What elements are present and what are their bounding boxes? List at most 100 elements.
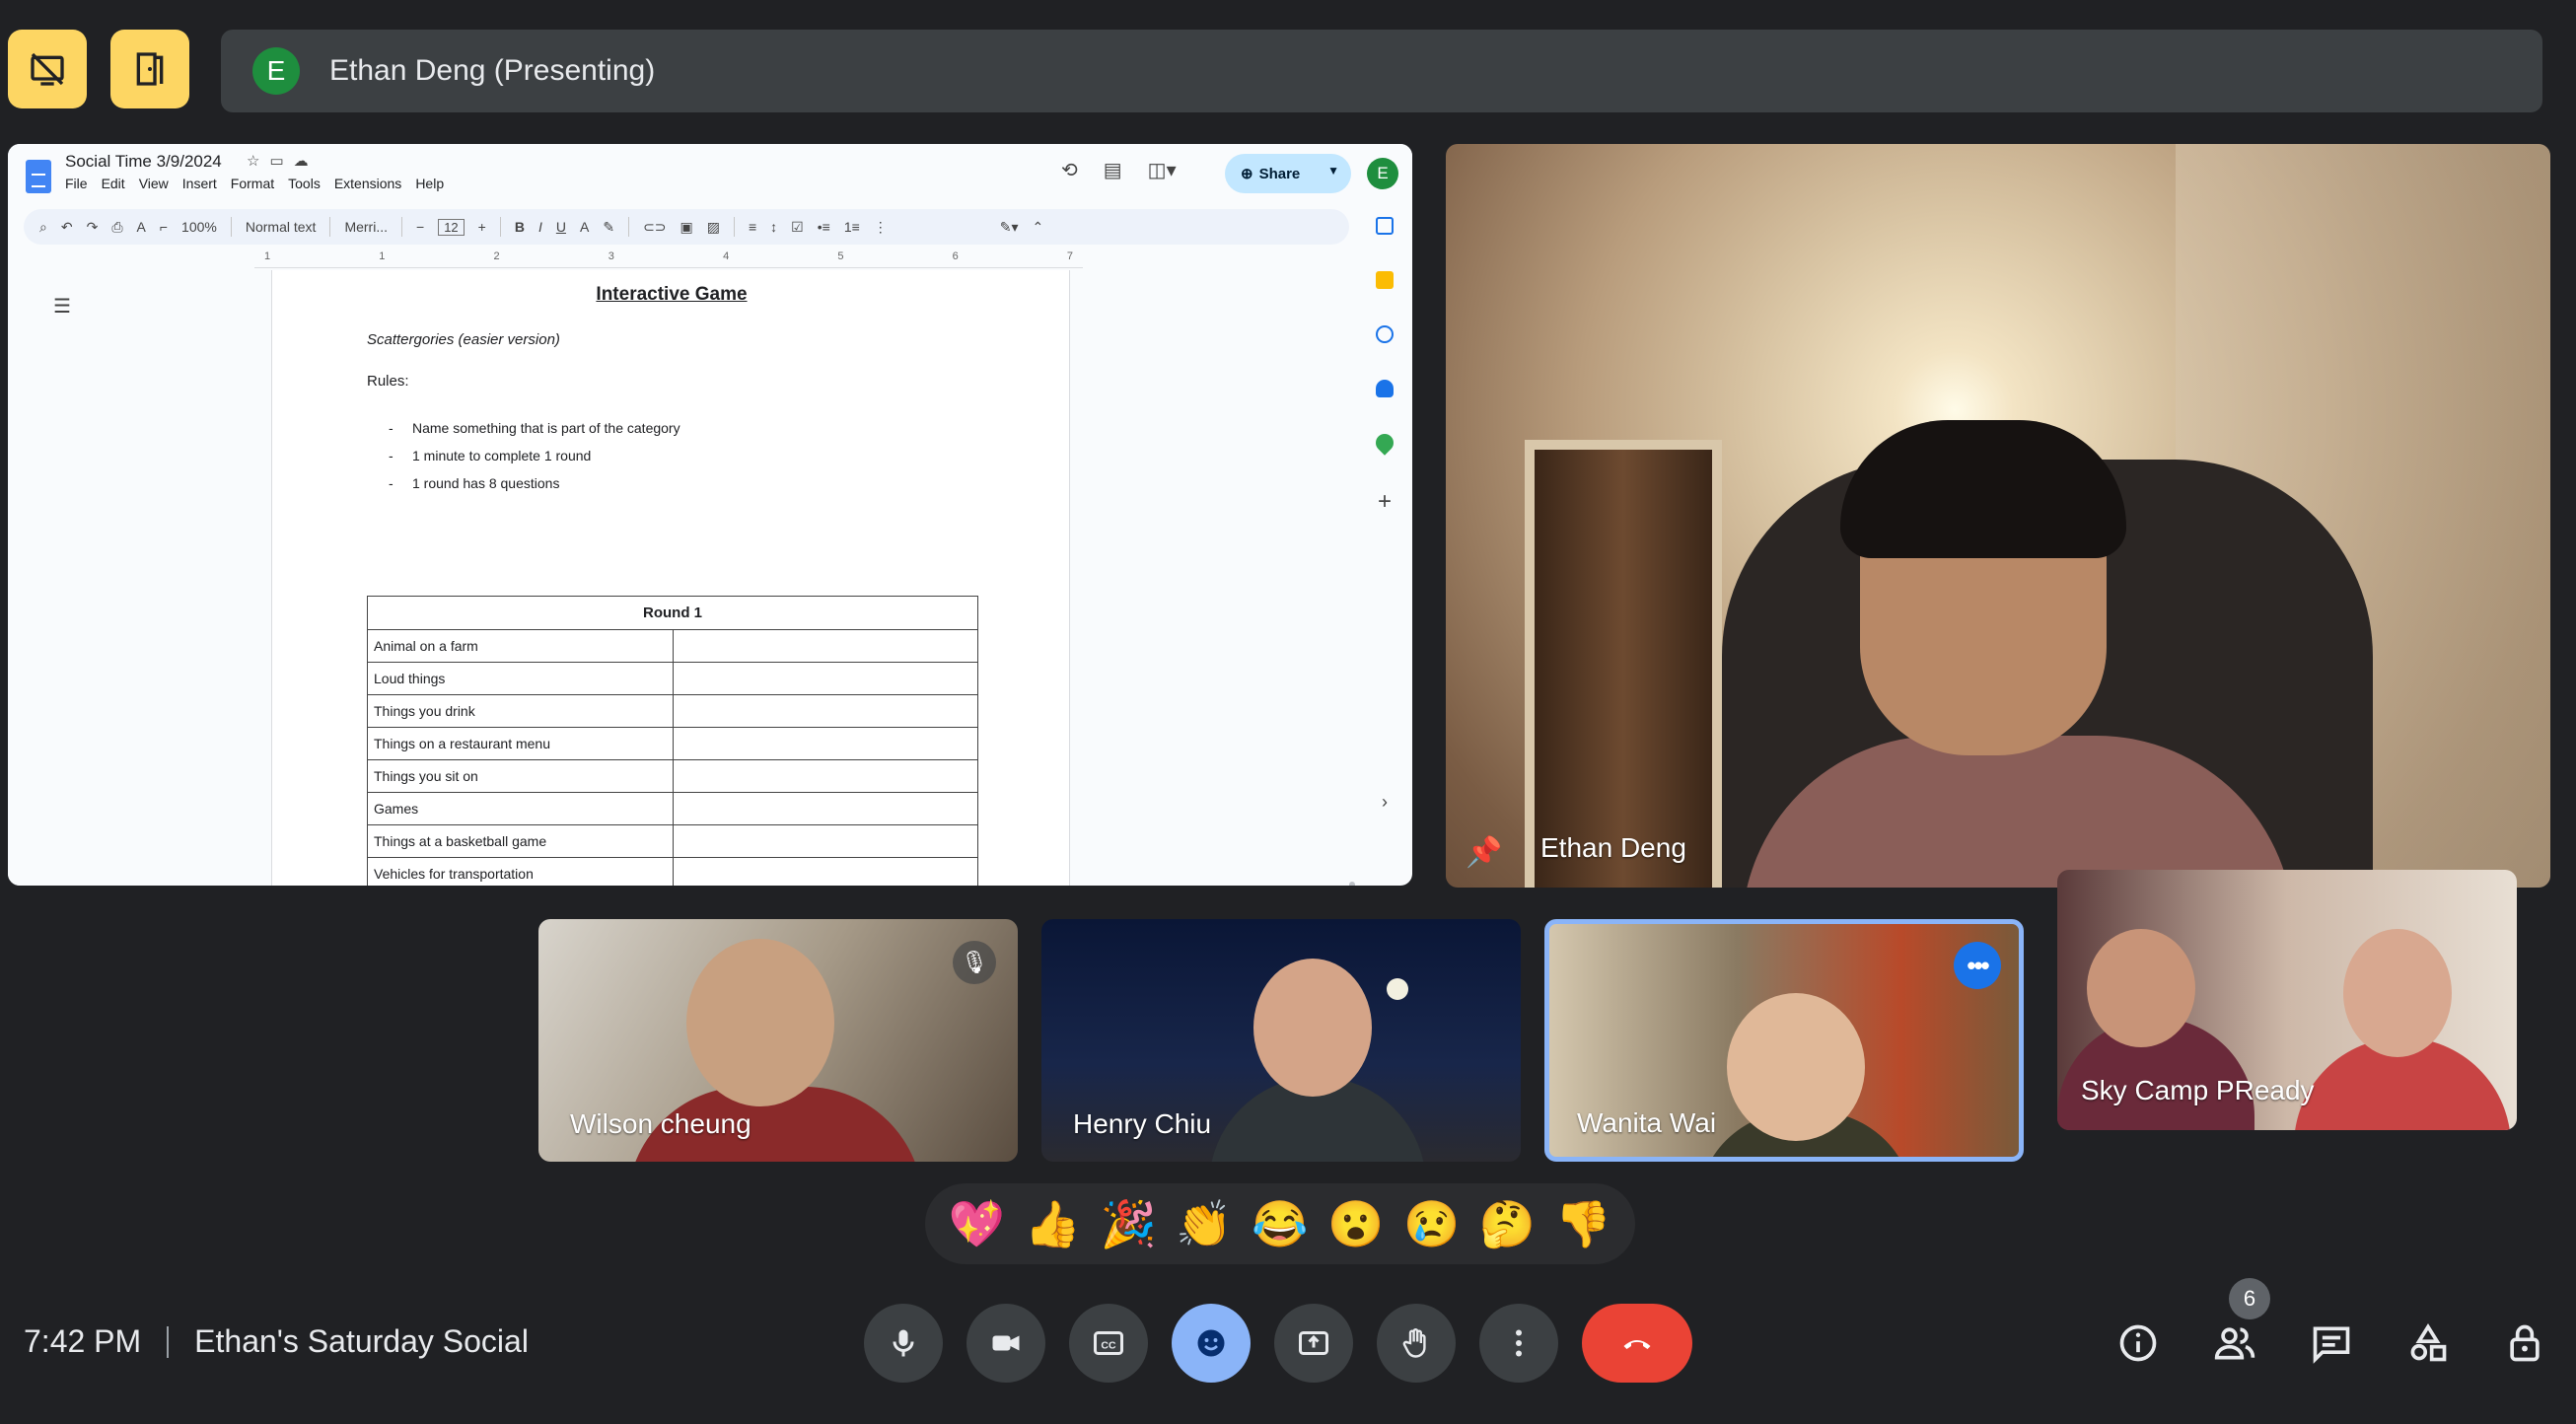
spellcheck-icon[interactable]: A: [137, 219, 146, 235]
docs-logo-icon[interactable]: [26, 160, 51, 193]
pin-icon[interactable]: 📌: [1466, 835, 1502, 870]
link-icon[interactable]: ⊂⊃: [643, 219, 666, 236]
comments-icon[interactable]: ▤: [1104, 158, 1122, 182]
folder-icon[interactable]: ▭: [269, 153, 293, 170]
doc-title[interactable]: Social Time 3/9/2024: [65, 152, 222, 172]
table-cell-empty[interactable]: [672, 792, 978, 825]
star-icon[interactable]: ☆: [247, 153, 269, 170]
table-cell-empty[interactable]: [672, 824, 978, 858]
table-cell-empty[interactable]: [672, 694, 978, 728]
table-cell-empty[interactable]: [672, 629, 978, 663]
doc-page[interactable]: Interactive Game Scattergories (easier v…: [271, 270, 1070, 886]
bold-icon[interactable]: B: [515, 219, 525, 235]
italic-icon[interactable]: I: [538, 219, 542, 235]
zoom-select[interactable]: 100%: [181, 219, 217, 235]
captions-button[interactable]: CC: [1069, 1304, 1148, 1383]
raise-hand-button[interactable]: [1377, 1304, 1456, 1383]
leave-call-button[interactable]: [1582, 1304, 1692, 1383]
reaction-thumbs-up[interactable]: 👍: [1018, 1189, 1087, 1258]
doc-user-avatar[interactable]: E: [1367, 158, 1398, 189]
cloud-icon[interactable]: ☁: [294, 153, 319, 170]
ruler-marks: 1 1 2 3 4 5 6 7: [254, 250, 1083, 262]
activities-button[interactable]: [2391, 1304, 2466, 1383]
search-icon[interactable]: ⌕: [39, 219, 47, 236]
underline-icon[interactable]: U: [556, 219, 566, 235]
table-cell-empty[interactable]: [672, 727, 978, 760]
reaction-thinking[interactable]: 🤔: [1473, 1189, 1542, 1258]
microphone-button[interactable]: [864, 1304, 943, 1383]
style-select[interactable]: Normal text: [246, 219, 317, 235]
reactions-button[interactable]: [1172, 1304, 1251, 1383]
bulleted-list-icon[interactable]: •≡: [818, 219, 830, 235]
outline-icon[interactable]: ☰: [53, 294, 71, 319]
reaction-party[interactable]: 🎉: [1094, 1189, 1163, 1258]
font-select[interactable]: Merri...: [344, 219, 388, 235]
chevron-down-icon[interactable]: ▼: [1327, 164, 1339, 178]
add-comment-icon[interactable]: ▣: [680, 219, 693, 236]
table-cell-empty[interactable]: [672, 759, 978, 793]
tasks-icon[interactable]: [1376, 325, 1394, 343]
calendar-icon[interactable]: [1376, 217, 1394, 235]
undo-icon[interactable]: ↶: [61, 219, 73, 236]
keep-icon[interactable]: [1376, 271, 1394, 289]
leave-presentation-button[interactable]: [110, 30, 189, 108]
menu-file[interactable]: File: [65, 176, 88, 191]
menu-insert[interactable]: Insert: [182, 176, 217, 191]
print-icon[interactable]: ⎙: [111, 219, 122, 236]
line-spacing-icon[interactable]: ↕: [770, 219, 777, 235]
more-options-button[interactable]: [1479, 1304, 1558, 1383]
stop-presenting-button[interactable]: [8, 30, 87, 108]
text-color-icon[interactable]: A: [580, 219, 589, 235]
participant-tile-sky[interactable]: Sky Camp PReady: [2057, 870, 2517, 1130]
host-controls-button[interactable]: [2487, 1304, 2562, 1383]
chat-button[interactable]: [2294, 1304, 2369, 1383]
participant-tile-wanita[interactable]: ••• Wanita Wai: [1544, 919, 2024, 1162]
checklist-icon[interactable]: ☑: [791, 219, 804, 236]
decrease-font-icon[interactable]: −: [416, 219, 424, 235]
doc-scrollbar[interactable]: [1349, 882, 1355, 886]
menu-extensions[interactable]: Extensions: [334, 176, 401, 191]
doc-title-actions[interactable]: ☆▭☁: [247, 152, 319, 170]
paint-format-icon[interactable]: ⌐: [160, 219, 168, 235]
contacts-icon[interactable]: [1376, 380, 1394, 397]
increase-font-icon[interactable]: +: [478, 219, 486, 235]
reaction-laugh[interactable]: 😂: [1246, 1189, 1315, 1258]
align-icon[interactable]: ≡: [749, 219, 756, 235]
reaction-sparkling-heart[interactable]: 💖: [942, 1189, 1011, 1258]
participant-tile-henry[interactable]: Henry Chiu: [1041, 919, 1521, 1162]
insert-image-icon[interactable]: ▨: [707, 219, 720, 236]
table-cell-empty[interactable]: [672, 662, 978, 695]
add-addon-icon[interactable]: +: [1357, 488, 1412, 516]
shared-document-window[interactable]: Social Time 3/9/2024 ☆▭☁ File Edit View …: [8, 144, 1412, 886]
more-options-icon[interactable]: •••: [1954, 942, 2001, 989]
menu-format[interactable]: Format: [231, 176, 274, 191]
meeting-details-button[interactable]: [2101, 1304, 2176, 1383]
numbered-list-icon[interactable]: 1≡: [844, 219, 860, 235]
chevron-right-icon[interactable]: ›: [1357, 792, 1412, 813]
maps-icon[interactable]: [1372, 430, 1397, 456]
participant-tile-wilson[interactable]: 🎙 Wilson cheung: [538, 919, 1018, 1162]
table-cell-empty[interactable]: [672, 857, 978, 886]
people-button[interactable]: [2197, 1304, 2272, 1383]
speaker-tile[interactable]: 📌 Ethan Deng: [1446, 144, 2550, 888]
history-icon[interactable]: ⟲: [1061, 158, 1078, 182]
reaction-clap[interactable]: 👏: [1170, 1189, 1239, 1258]
meet-camera-icon[interactable]: ◫▾: [1148, 158, 1177, 182]
reaction-surprised[interactable]: 😮: [1322, 1189, 1391, 1258]
share-button[interactable]: ⊕ Share ▼: [1225, 154, 1351, 193]
editing-mode-icon[interactable]: ✎▾: [1000, 219, 1019, 236]
menu-edit[interactable]: Edit: [102, 176, 125, 191]
menu-tools[interactable]: Tools: [288, 176, 321, 191]
menu-view[interactable]: View: [139, 176, 169, 191]
reaction-thumbs-down[interactable]: 👎: [1548, 1189, 1617, 1258]
more-vert-icon[interactable]: ⋮: [874, 219, 888, 236]
font-size-input[interactable]: 12: [438, 218, 465, 236]
camera-button[interactable]: [966, 1304, 1045, 1383]
reaction-sad[interactable]: 😢: [1397, 1189, 1467, 1258]
meeting-name[interactable]: Ethan's Saturday Social: [194, 1323, 529, 1360]
highlight-icon[interactable]: ✎: [603, 219, 614, 236]
present-button[interactable]: [1274, 1304, 1353, 1383]
menu-help[interactable]: Help: [415, 176, 444, 191]
redo-icon[interactable]: ↷: [87, 219, 99, 236]
chevron-up-icon[interactable]: ⌃: [1033, 219, 1044, 236]
